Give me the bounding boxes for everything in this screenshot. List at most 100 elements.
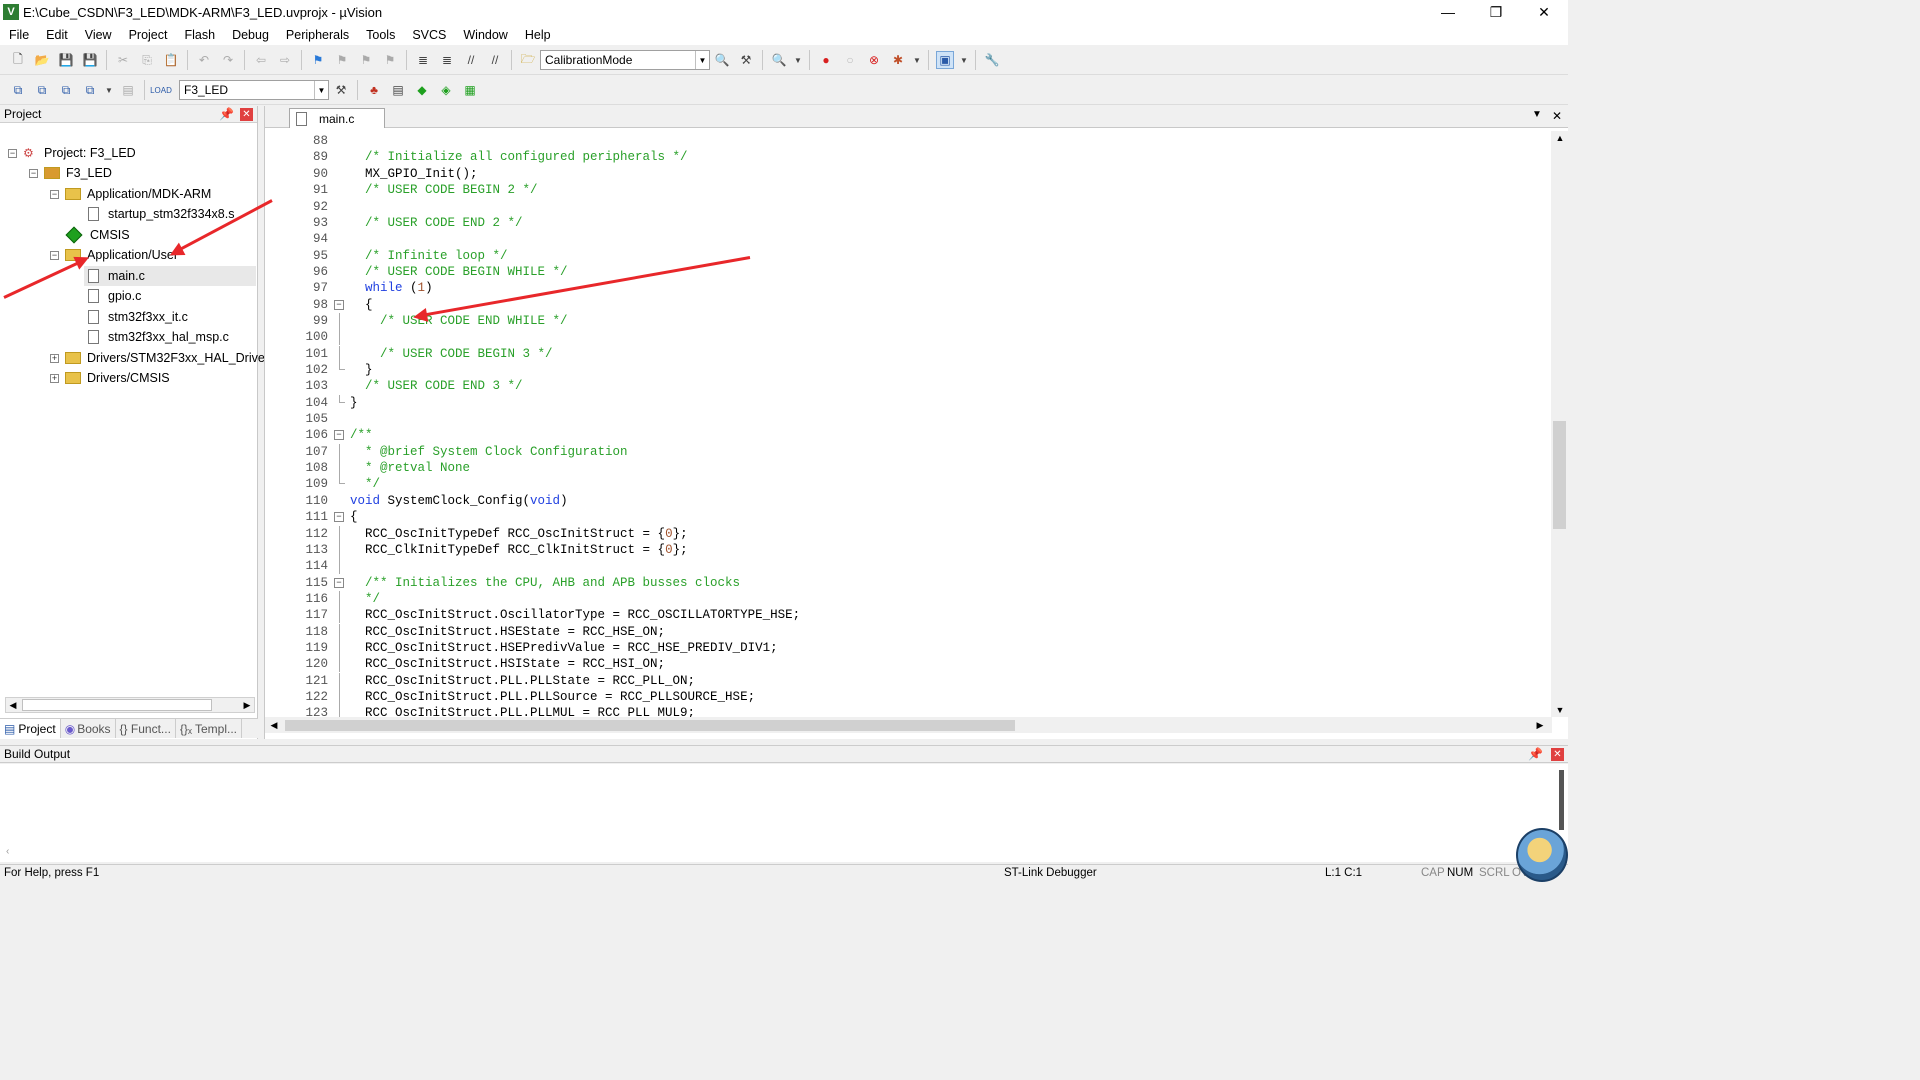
tree-item-component[interactable]: CMSIS <box>65 225 130 245</box>
code-line[interactable]: 92 <box>265 198 1545 214</box>
save-icon[interactable]: 💾 <box>57 51 75 69</box>
scroll-up-icon[interactable]: ▲ <box>1553 131 1567 145</box>
cut-icon[interactable]: ✂ <box>114 51 132 69</box>
prev-bookmark-icon[interactable]: ⚑ <box>333 51 351 69</box>
copy-icon[interactable]: ⎘ <box>138 51 156 69</box>
code-line[interactable]: 109 */ <box>265 476 1545 492</box>
bookmark-icon[interactable]: ⚑ <box>309 51 327 69</box>
expand-icon[interactable]: + <box>50 353 59 363</box>
batch-build-icon[interactable]: ⧉ <box>81 81 99 99</box>
code-line[interactable]: 101 /* USER CODE BEGIN 3 */ <box>265 345 1545 362</box>
indent-icon[interactable]: ≣ <box>414 51 432 69</box>
tab-functions[interactable]: {} Funct... <box>116 719 176 738</box>
close-tab-icon[interactable]: ✕ <box>1552 109 1562 123</box>
code-line[interactable]: 110 void SystemClock_Config(void) <box>265 493 1545 509</box>
tree-item-group[interactable]: − Application/MDK-ARM <box>50 184 211 204</box>
code-line[interactable]: 121 RCC_OscInitStruct.PLL.PLLState = RCC… <box>265 672 1545 689</box>
next-bookmark-icon[interactable]: ⚑ <box>357 51 375 69</box>
menu-file[interactable]: File <box>0 28 37 42</box>
collapse-icon[interactable]: − <box>8 148 17 158</box>
code-line[interactable]: 95 /* Infinite loop */ <box>265 247 1545 263</box>
code-line[interactable]: 88 <box>265 133 1545 149</box>
clear-bookmarks-icon[interactable]: ⚑ <box>381 51 399 69</box>
close-panel-icon[interactable]: ✕ <box>1551 747 1564 761</box>
debug-settings-icon[interactable]: ✱ <box>889 51 907 69</box>
menu-peripherals[interactable]: Peripherals <box>277 28 357 42</box>
dropdown-arrow-icon[interactable]: ▼ <box>913 51 921 69</box>
code-line[interactable]: 99 /* USER CODE END WHILE */ <box>265 312 1545 329</box>
build-output-area[interactable]: ‹ <box>0 764 1568 862</box>
mode-combo[interactable]: CalibrationMode ▼ <box>540 50 710 70</box>
tree-item-file[interactable]: startup_stm32f334x8.s <box>88 204 234 224</box>
target-combo[interactable]: F3_LED ▼ <box>179 80 329 100</box>
tab-list-icon[interactable]: ▼ <box>1532 109 1542 123</box>
code-line[interactable]: 97 while (1) <box>265 280 1545 296</box>
disable-breakpoint-icon[interactable]: ○ <box>841 51 859 69</box>
tree-item-project[interactable]: − ⚙ Project: F3_LED <box>8 143 136 163</box>
code-line[interactable]: 94 <box>265 231 1545 247</box>
editor-vertical-scrollbar[interactable]: ▲ ▼ <box>1551 131 1568 717</box>
code-line[interactable]: 118 RCC_OscInitStruct.HSEState = RCC_HSE… <box>265 623 1545 640</box>
code-line[interactable]: 113 RCC_ClkInitTypeDef RCC_ClkInitStruct… <box>265 541 1545 558</box>
rebuild-icon[interactable]: ⧉ <box>57 81 75 99</box>
open-icon[interactable]: 📂 <box>33 51 51 69</box>
scroll-left-icon[interactable]: ◀ <box>267 718 281 732</box>
code-line[interactable]: 105 <box>265 411 1545 427</box>
select-software-packs-icon[interactable]: ◆ <box>413 81 431 99</box>
debug-start-icon[interactable]: 🔍 <box>770 51 788 69</box>
tab-templates[interactable]: {}ₓ Templ... <box>176 719 243 738</box>
menu-help[interactable]: Help <box>516 28 559 42</box>
code-line[interactable]: 106−/** <box>265 427 1545 443</box>
window-layout-icon[interactable]: ▣ <box>936 51 954 69</box>
expand-icon[interactable]: + <box>50 373 59 383</box>
find-in-files-icon[interactable]: 🗁 <box>519 51 537 69</box>
kill-breakpoints-icon[interactable]: ⊗ <box>865 51 883 69</box>
redo-icon[interactable]: ↷ <box>219 51 237 69</box>
save-all-icon[interactable]: 💾 <box>81 51 99 69</box>
code-line[interactable]: 108 * @retval None <box>265 460 1545 477</box>
code-line[interactable]: 91 /* USER CODE BEGIN 2 */ <box>265 182 1545 198</box>
collapse-icon[interactable]: − <box>334 299 344 310</box>
code-line[interactable]: 96 /* USER CODE BEGIN WHILE */ <box>265 264 1545 280</box>
code-line[interactable]: 93 /* USER CODE END 2 */ <box>265 215 1545 231</box>
unindent-icon[interactable]: ≣ <box>438 51 456 69</box>
code-line[interactable]: 100 <box>265 329 1545 346</box>
magic-wand-icon[interactable]: ⚒ <box>332 81 350 99</box>
menu-project[interactable]: Project <box>120 28 176 42</box>
scroll-down-icon[interactable]: ▼ <box>1553 703 1567 717</box>
fold-gutter[interactable]: − <box>328 427 350 443</box>
code-line[interactable]: 103 /* USER CODE END 3 */ <box>265 378 1545 394</box>
nav-forward-icon[interactable]: ⇨ <box>276 51 294 69</box>
nav-back-icon[interactable]: ⇦ <box>252 51 270 69</box>
close-window-button[interactable]: ✕ <box>1520 0 1568 24</box>
tree-item-file[interactable]: stm32f3xx_hal_msp.c <box>88 327 229 347</box>
dropdown-arrow-icon[interactable]: ▼ <box>105 81 113 99</box>
tree-item-group[interactable]: + Drivers/CMSIS <box>50 368 170 388</box>
editor-horizontal-scrollbar[interactable]: ◀ ▶ <box>265 717 1552 733</box>
find-icon[interactable]: 🔍 <box>713 51 731 69</box>
breakpoint-icon[interactable]: ● <box>817 51 835 69</box>
scrollbar-thumb[interactable] <box>285 720 1015 731</box>
tree-item-target[interactable]: − F3_LED <box>29 163 112 183</box>
stop-build-icon[interactable]: ▤ <box>119 81 137 99</box>
collapse-icon[interactable]: − <box>334 512 344 523</box>
tree-horizontal-scrollbar[interactable]: ◀ ▶ <box>5 697 255 713</box>
tab-project[interactable]: ▤ Project <box>0 719 61 738</box>
menu-svcs[interactable]: SVCS <box>403 28 454 42</box>
tree-item-group[interactable]: − Application/User <box>50 245 178 265</box>
fold-gutter[interactable]: − <box>328 575 350 591</box>
pin-icon[interactable]: 📌 <box>1528 747 1543 761</box>
load-icon[interactable]: LOAD <box>150 81 172 99</box>
scroll-right-icon[interactable]: ▶ <box>240 698 254 712</box>
paste-icon[interactable]: 📋 <box>162 51 180 69</box>
tree-item-file-selected[interactable]: main.c <box>84 266 256 286</box>
code-line[interactable]: 112 RCC_OscInitTypeDef RCC_OscInitStruct… <box>265 525 1545 542</box>
menu-flash[interactable]: Flash <box>175 28 223 42</box>
code-line[interactable]: 119 RCC_OscInitStruct.HSEPredivValue = R… <box>265 639 1545 656</box>
run-time-environment-icon[interactable]: ◈ <box>437 81 455 99</box>
configure-icon[interactable]: 🔧 <box>983 51 1001 69</box>
comment-icon[interactable]: // <box>462 51 480 69</box>
collapse-icon[interactable]: − <box>334 430 344 441</box>
build-output-vertical-scrollbar-thumb[interactable] <box>1559 770 1564 830</box>
code-line[interactable]: 90 MX_GPIO_Init(); <box>265 166 1545 182</box>
